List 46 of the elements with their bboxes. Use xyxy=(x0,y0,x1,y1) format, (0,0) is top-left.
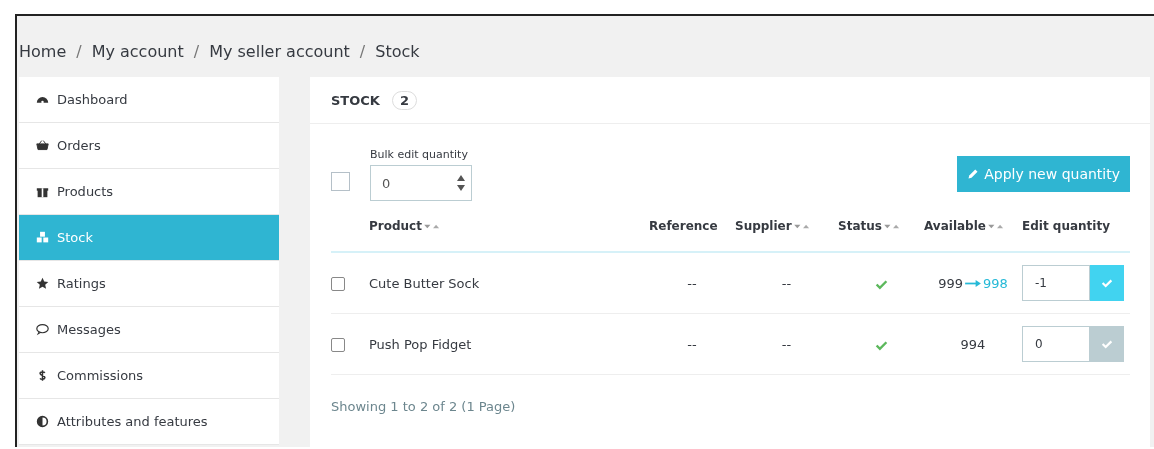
pagination-summary: Showing 1 to 2 of 2 (1 Page) xyxy=(331,399,517,414)
quantity-input[interactable]: 0 xyxy=(1022,326,1090,362)
quantity-input[interactable]: 0 xyxy=(370,165,472,201)
breadcrumb-link[interactable]: My seller account xyxy=(209,42,350,61)
sidebar-item[interactable]: Dashboard xyxy=(19,77,279,123)
available-value: 999 xyxy=(938,275,963,291)
sidebar-item[interactable]: Orders xyxy=(19,123,279,169)
pencil-icon xyxy=(967,168,980,180)
row-checkbox[interactable] xyxy=(331,337,345,352)
dollar-icon xyxy=(36,369,49,382)
panel-title: STOCK xyxy=(331,92,380,108)
gift-icon xyxy=(36,185,49,198)
column-header[interactable]: Supplier xyxy=(735,219,812,233)
breadcrumb-separator: / xyxy=(193,42,200,61)
product-name: Cute Butter Sock xyxy=(369,275,480,291)
new-available-value: 998 xyxy=(983,275,1008,291)
basket-icon xyxy=(36,139,49,152)
breadcrumb-separator: / xyxy=(76,42,82,61)
reference-value: -- xyxy=(687,275,697,291)
speech-bubble-icon xyxy=(36,323,49,336)
sidebar-item[interactable]: Ratings xyxy=(19,261,279,307)
cubes-icon xyxy=(36,231,49,244)
column-header: Reference xyxy=(649,219,718,233)
supplier-value: -- xyxy=(781,275,792,291)
reference-value: -- xyxy=(687,336,697,352)
spinner-arrows-icon[interactable] xyxy=(457,173,465,193)
available-value: 994 xyxy=(960,336,986,352)
star-icon xyxy=(36,277,49,290)
arrow-icon xyxy=(965,279,981,287)
column-header: Edit quantity xyxy=(1022,219,1110,233)
quantity-input[interactable]: -1 xyxy=(1022,265,1090,301)
sidebar-item[interactable]: Messages xyxy=(19,307,279,353)
half-circle-icon xyxy=(36,415,49,428)
column-header[interactable]: Status xyxy=(838,219,902,233)
column-header[interactable]: Available xyxy=(924,219,1006,233)
breadcrumb-link[interactable]: Home xyxy=(19,42,67,61)
product-name: Push Pop Fidget xyxy=(369,336,472,352)
breadcrumb-link[interactable]: My account xyxy=(91,42,184,61)
row-checkbox[interactable] xyxy=(331,276,345,291)
select-all-checkbox[interactable] xyxy=(331,172,350,191)
field-label: Bulk edit quantity xyxy=(370,148,469,161)
sidebar-item[interactable]: Commissions xyxy=(19,353,279,399)
breadcrumb-separator: / xyxy=(359,42,366,61)
sidebar-item[interactable]: Attributes and features xyxy=(19,399,279,445)
column-header[interactable]: Product xyxy=(369,219,442,233)
supplier-value: -- xyxy=(781,336,792,352)
